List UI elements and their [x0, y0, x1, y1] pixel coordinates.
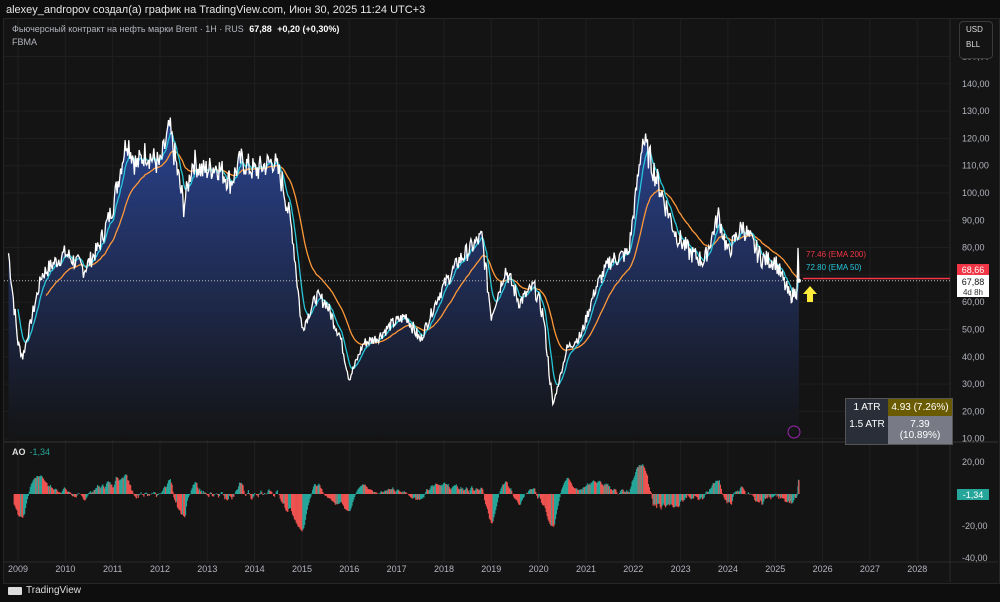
time-tick: 2025 — [765, 564, 785, 574]
price-tick: 140,00 — [962, 79, 990, 89]
atr-key: 1.5 ATR — [846, 416, 888, 444]
time-tick: 2011 — [103, 564, 122, 574]
time-tick: 2012 — [150, 564, 170, 574]
ema50-label: 72.80 (EMA 50) — [806, 263, 862, 272]
time-tick: 2020 — [529, 564, 549, 574]
currency-label: USD — [966, 25, 983, 34]
time-tick: 2014 — [245, 564, 265, 574]
ema200-label: 77.46 (EMA 200) — [806, 250, 866, 259]
indicator-name[interactable]: FBMA — [12, 37, 339, 47]
time-tick: 2028 — [907, 564, 927, 574]
price-change: +0,20 (+0,30%) — [277, 24, 340, 34]
ao-tick: -20,00 — [962, 521, 988, 531]
footer-label: TradingView — [26, 585, 82, 596]
time-tick: 2022 — [623, 564, 643, 574]
time-tick: 2019 — [481, 564, 501, 574]
time-tick: 2018 — [434, 564, 454, 574]
currency-unit-selector[interactable]: USD BLL — [959, 21, 993, 59]
current-price-text: 68,66 — [962, 265, 985, 275]
time-tick: 2016 — [339, 564, 359, 574]
ao-value: -1,34 — [29, 447, 51, 457]
time-tick: 2009 — [8, 564, 28, 574]
ao-tick: -40,00 — [962, 553, 988, 563]
atr-value: 7.39 (10.89%) — [888, 416, 952, 444]
price-tick: 130,00 — [962, 106, 990, 116]
time-tick: 2027 — [860, 564, 880, 574]
price-tick: 50,00 — [962, 325, 985, 335]
last-price-text: 67,88 — [962, 277, 985, 287]
symbol-name[interactable]: Фьючерсный контракт на нефть марки Brent… — [12, 24, 244, 34]
price-tick: 60,00 — [962, 297, 985, 307]
atr-value: 4.93 (7.26%) — [888, 399, 952, 416]
atr-row: 1.5 ATR 7.39 (10.89%) — [846, 416, 952, 444]
time-tick: 2024 — [718, 564, 738, 574]
time-tick: 2013 — [197, 564, 217, 574]
price-tick: 90,00 — [962, 215, 985, 225]
price-tick: 40,00 — [962, 352, 985, 362]
price-tick: 120,00 — [962, 133, 990, 143]
up-arrow-icon — [803, 286, 817, 302]
price-tick: 20,00 — [962, 406, 985, 416]
time-tick: 2023 — [671, 564, 691, 574]
unit-label: BLL — [966, 40, 981, 49]
time-tick: 2026 — [813, 564, 833, 574]
price-tick: 30,00 — [962, 379, 985, 389]
time-tick: 2010 — [55, 564, 75, 574]
atr-table: 1 ATR 4.93 (7.26%) 1.5 ATR 7.39 (10.89%) — [845, 398, 953, 445]
last-price-dot — [796, 278, 801, 283]
ao-tick: 20,00 — [962, 457, 985, 467]
tv-logo-icon — [8, 586, 22, 595]
time-tick: 2021 — [576, 564, 596, 574]
countdown-text: 4d 8h — [963, 288, 983, 297]
time-tick: 2015 — [292, 564, 312, 574]
price-tick: 110,00 — [962, 161, 989, 171]
symbol-legend: Фьючерсный контракт на нефть марки Brent… — [12, 24, 339, 47]
price-tick: 80,00 — [962, 243, 985, 253]
ao-label: AO — [12, 447, 26, 457]
ao-legend[interactable]: AO -1,34 — [12, 447, 50, 457]
chart-canvas[interactable]: 150,00140,00130,00120,00110,00100,0090,0… — [0, 0, 1000, 602]
time-tick: 2017 — [387, 564, 407, 574]
atr-row: 1 ATR 4.93 (7.26%) — [846, 399, 952, 416]
last-price: 67,88 — [249, 24, 272, 34]
ao-value-text: -1,34 — [963, 490, 984, 500]
tradingview-logo: TradingView — [8, 585, 81, 596]
price-tick: 100,00 — [962, 188, 990, 198]
atr-key: 1 ATR — [846, 399, 888, 416]
